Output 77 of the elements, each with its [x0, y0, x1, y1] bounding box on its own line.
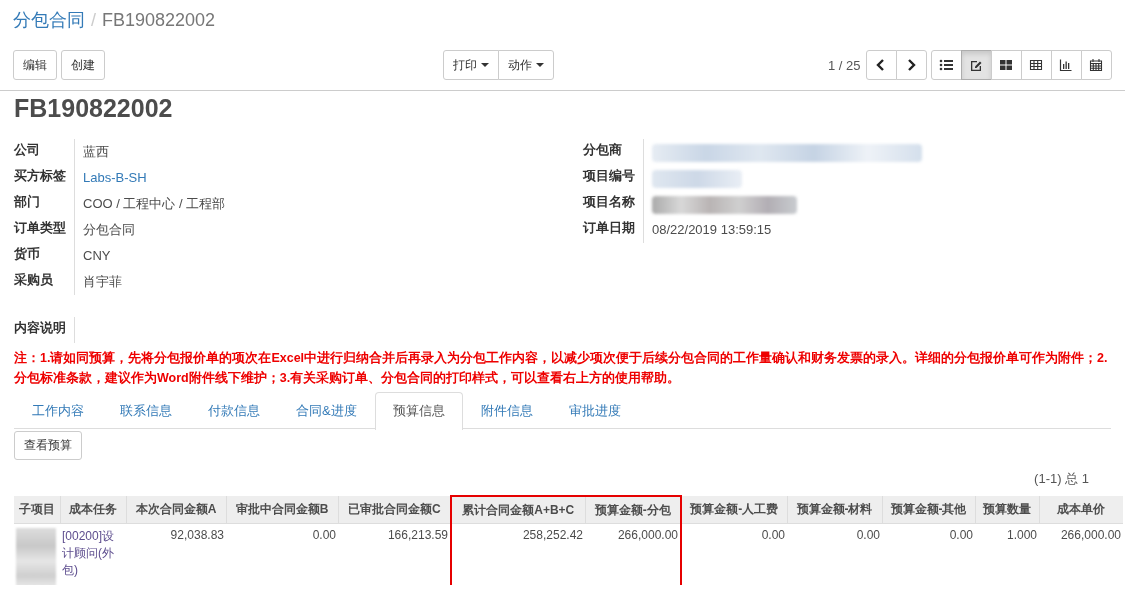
- column-header[interactable]: 预算金额-分包: [585, 496, 681, 524]
- field-value: CNY: [83, 248, 111, 263]
- field-label: 买方标签: [14, 165, 75, 191]
- table-cell: 1.000: [1006, 528, 1037, 542]
- tab[interactable]: 附件信息: [462, 392, 551, 429]
- view-switch-button[interactable]: [960, 50, 992, 80]
- note-text: 注：1.请如同预算，先将分包报价单的项次在Excel中进行归纳合并后再录入为分包工作内容，以减少项次便于后续分包合同的工作量确认和财务发票的录入。详细的分包报价单可作为附件；2.分包标准条款，建议作为Word附件线下维护；3.有关采购订单、分包合同的打印样式，可以查看右上方的使用帮助。: [14, 349, 1109, 387]
- column-header[interactable]: 子项目: [14, 496, 60, 524]
- table-cell: 0.00: [761, 528, 785, 542]
- view-switch-button[interactable]: [930, 50, 962, 80]
- field-label: 分包商: [583, 139, 644, 165]
- caret-icon: [536, 63, 544, 67]
- field-label: 部门: [14, 191, 75, 217]
- table-cell: 166,213.59: [387, 528, 448, 542]
- field-value: COO / 工程中心 / 工程部: [83, 196, 226, 211]
- column-header[interactable]: 累计合同金额A+B+C: [451, 496, 585, 524]
- field-label: 内容说明: [14, 317, 75, 343]
- tab[interactable]: 工作内容: [14, 392, 102, 429]
- tab[interactable]: 合同&进度: [278, 392, 375, 429]
- column-header[interactable]: 已审批合同金额C: [338, 496, 451, 524]
- column-header[interactable]: 预算金额-其他: [882, 496, 975, 524]
- field-value: 肖宇菲: [83, 274, 122, 289]
- task-link[interactable]: [00200]设计顾问(外包): [62, 528, 124, 579]
- breadcrumb-current: FB190822002: [102, 10, 216, 31]
- column-header[interactable]: 审批中合同金额B: [226, 496, 338, 524]
- tab[interactable]: 审批进度: [550, 392, 639, 429]
- field-value: 08/22/2019 13:59:15: [652, 222, 772, 237]
- grid-view-icon: [1029, 58, 1044, 72]
- view-switch-button[interactable]: [1050, 50, 1082, 80]
- tab[interactable]: 预算信息: [374, 392, 463, 430]
- view-budget-button[interactable]: 查看预算: [14, 431, 82, 460]
- view-switch-button[interactable]: [1080, 50, 1112, 80]
- table-cell: 92,038.83: [170, 528, 224, 542]
- column-header[interactable]: 预算金额-材料: [787, 496, 882, 524]
- field-label: 项目名称: [583, 191, 644, 217]
- view-switch-button[interactable]: [1020, 50, 1052, 80]
- field-label: 订单类型: [14, 217, 75, 243]
- list-view-icon: [939, 58, 954, 72]
- tab[interactable]: 付款信息: [190, 392, 278, 429]
- form-view-icon: [969, 58, 984, 72]
- kanban-view-icon: [999, 58, 1014, 72]
- field-value: 蓝西: [83, 144, 109, 159]
- bar-chart-icon: [1059, 58, 1074, 72]
- table-cell: 266,000.00: [1060, 528, 1121, 542]
- field-label: 采购员: [14, 269, 75, 295]
- edit-button[interactable]: 编辑: [13, 50, 57, 80]
- column-header[interactable]: 本次合同金额A: [126, 496, 226, 524]
- breadcrumb-separator: /: [91, 10, 96, 31]
- field-label: 公司: [14, 139, 75, 165]
- table-cell: 0.00: [856, 528, 880, 542]
- table-cell: 266,000.00: [617, 528, 678, 542]
- column-header[interactable]: 预算金额-人工费: [681, 496, 787, 524]
- print-dropdown[interactable]: 打印: [443, 50, 499, 80]
- record-title: FB190822002: [14, 93, 174, 124]
- field-link[interactable]: Labs-B-SH: [83, 170, 147, 185]
- table-cell: 0.00: [949, 528, 973, 542]
- field-value: 分包合同: [83, 222, 135, 237]
- table-cell: 258,252.42: [522, 528, 583, 542]
- caret-icon: [481, 63, 489, 67]
- action-dropdown[interactable]: 动作: [498, 50, 554, 80]
- column-header[interactable]: 成本任务: [60, 496, 126, 524]
- calendar-icon: [1089, 58, 1104, 72]
- breadcrumb-link[interactable]: 分包合同: [13, 8, 85, 32]
- field-label: 项目编号: [583, 165, 644, 191]
- redacted-value: [16, 528, 56, 585]
- tab[interactable]: 联系信息: [102, 392, 190, 429]
- record-count: (1-1) 总 1: [1034, 471, 1089, 486]
- column-header[interactable]: 预算数量: [975, 496, 1039, 524]
- next-button[interactable]: [895, 50, 927, 80]
- previous-button[interactable]: [865, 50, 897, 80]
- column-header[interactable]: 成本单价: [1039, 496, 1123, 524]
- table-cell: 0.00: [312, 528, 336, 542]
- create-button[interactable]: 创建: [61, 50, 105, 80]
- view-switch-button[interactable]: [990, 50, 1022, 80]
- field-label: 货币: [14, 243, 75, 269]
- pager-counter: 1 / 25: [828, 57, 861, 73]
- field-label: 订单日期: [583, 217, 644, 243]
